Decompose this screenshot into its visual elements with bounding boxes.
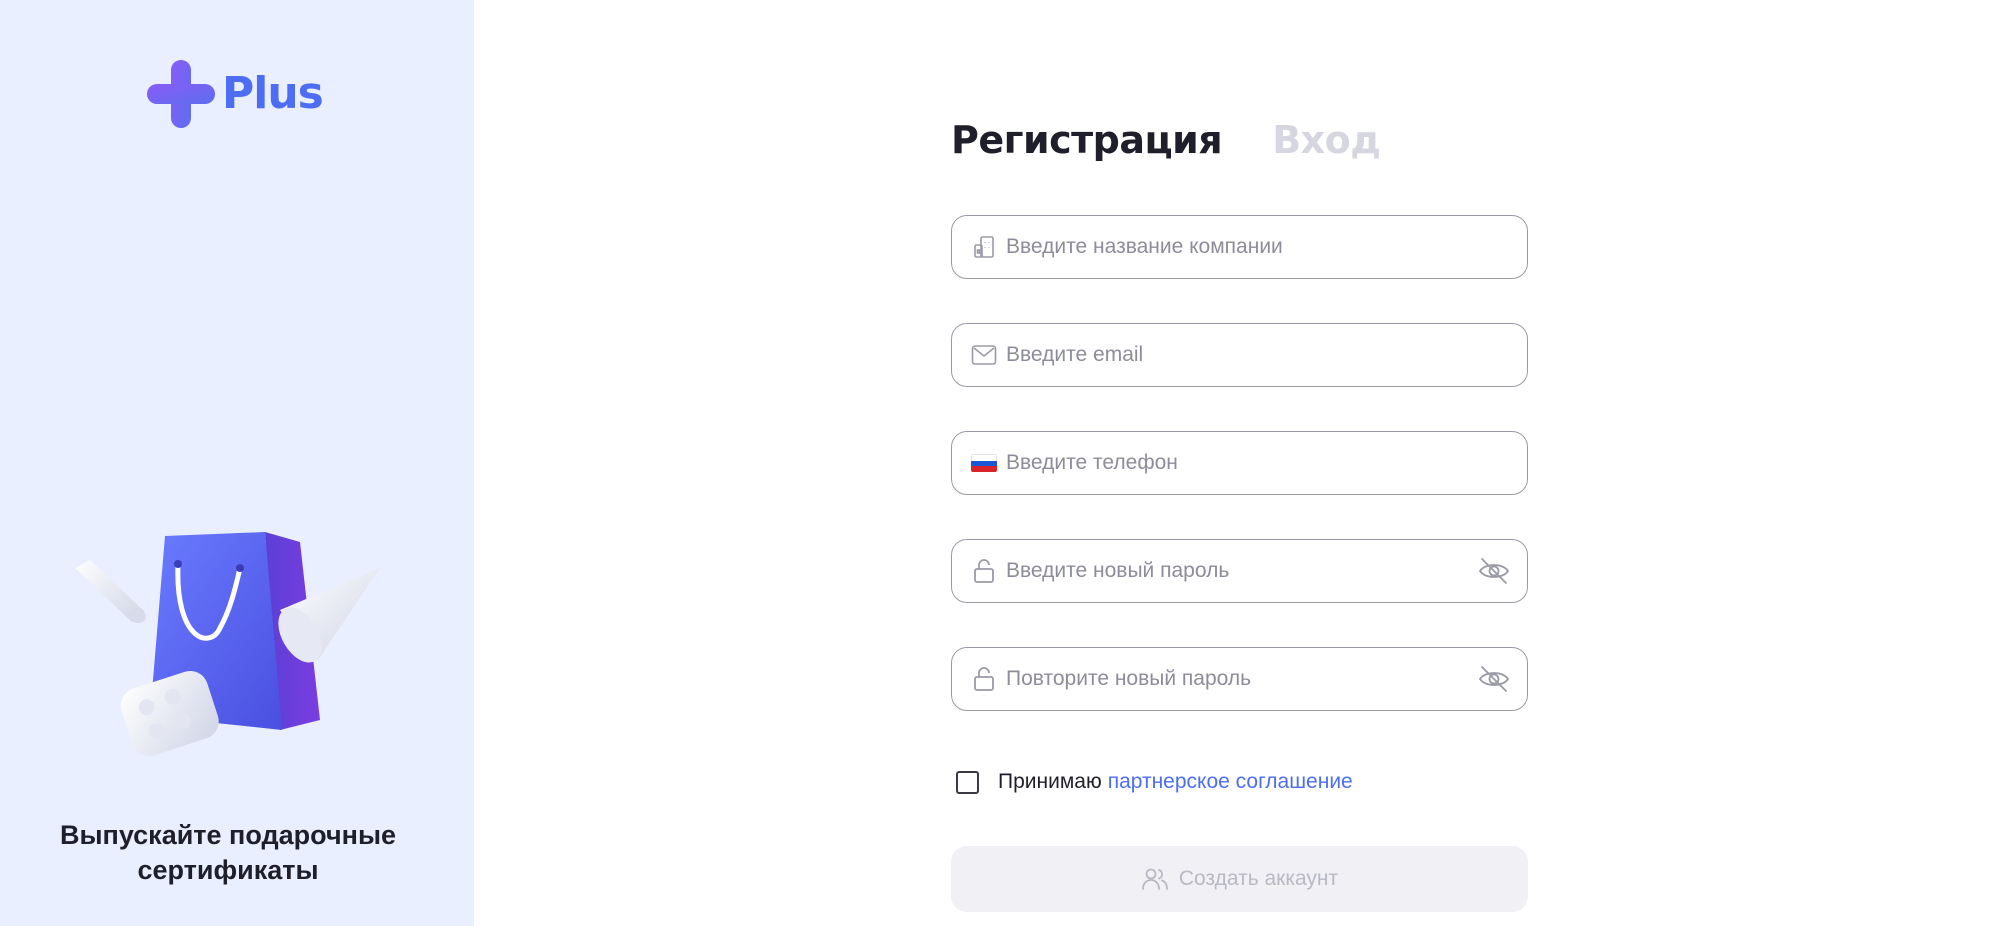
promo-text: Выпускайте подарочные сертификаты	[30, 818, 426, 888]
russia-flag-icon[interactable]	[970, 449, 998, 477]
lock-icon	[970, 665, 998, 693]
envelope-icon	[970, 341, 998, 369]
agreement-row: Принимаю партнерское соглашение	[956, 770, 1353, 794]
logo-text: Plus	[222, 68, 324, 119]
company-field[interactable]	[951, 215, 1528, 279]
phone-field[interactable]	[951, 431, 1528, 495]
email-field[interactable]	[951, 323, 1528, 387]
promo-line-1: Выпускайте подарочные	[59, 820, 397, 850]
phone-input[interactable]	[1006, 432, 1527, 494]
auth-tabs: Регистрация Вход	[951, 118, 1381, 162]
agreement-label: Принимаю	[998, 770, 1102, 793]
building-icon	[970, 233, 998, 261]
password-input[interactable]	[1006, 540, 1477, 602]
create-account-button[interactable]: Создать аккаунт	[951, 846, 1528, 912]
shopping-bag-gift-illustration	[75, 532, 380, 756]
agreement-checkbox[interactable]	[956, 770, 979, 794]
eye-hidden-icon[interactable]	[1477, 554, 1511, 588]
password-repeat-input[interactable]	[1006, 648, 1477, 710]
users-icon	[1141, 865, 1169, 893]
tab-login[interactable]: Вход	[1272, 118, 1381, 162]
plus-cross-icon	[147, 60, 215, 128]
promo-line-2: сертификаты	[137, 855, 319, 885]
eye-hidden-icon[interactable]	[1477, 662, 1511, 696]
logo[interactable]: Plus	[147, 60, 324, 128]
lock-icon	[970, 557, 998, 585]
company-input[interactable]	[1006, 216, 1527, 278]
sidebar-panel: Plus Выпускайте подарочные сертификаты	[0, 0, 474, 926]
email-input[interactable]	[1006, 324, 1527, 386]
password-field[interactable]	[951, 539, 1528, 603]
tab-registration[interactable]: Регистрация	[951, 118, 1223, 162]
password-repeat-field[interactable]	[951, 647, 1528, 711]
create-account-label: Создать аккаунт	[1178, 867, 1339, 890]
partner-agreement-link[interactable]: партнерское соглашение	[1108, 770, 1353, 794]
